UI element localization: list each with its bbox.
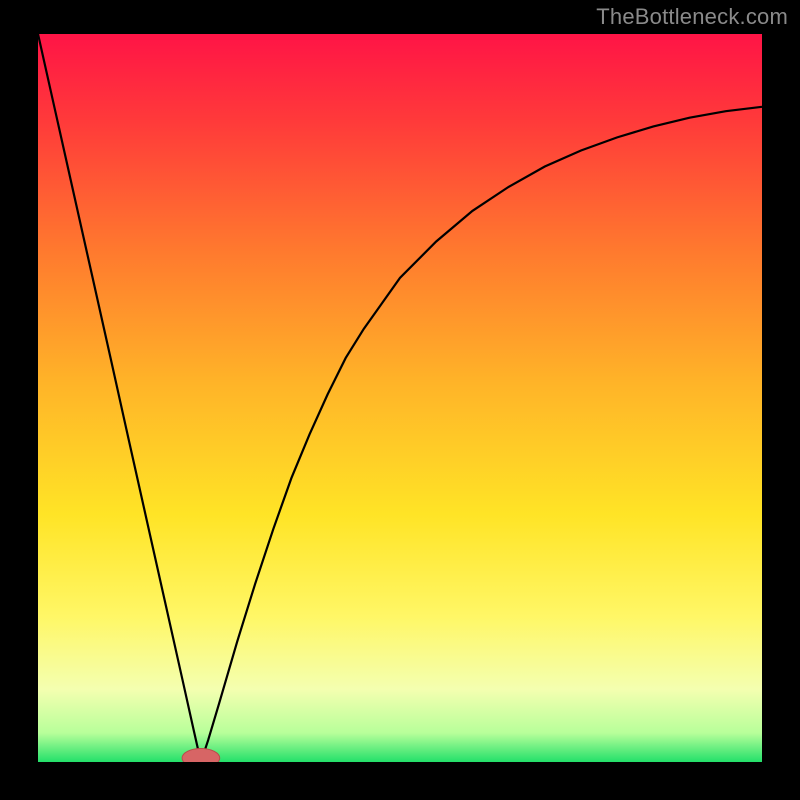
watermark-text: TheBottleneck.com	[596, 4, 788, 30]
chart-container: TheBottleneck.com	[0, 0, 800, 800]
gradient-background	[38, 34, 762, 762]
chart-svg	[38, 34, 762, 762]
plot-area	[38, 34, 762, 762]
